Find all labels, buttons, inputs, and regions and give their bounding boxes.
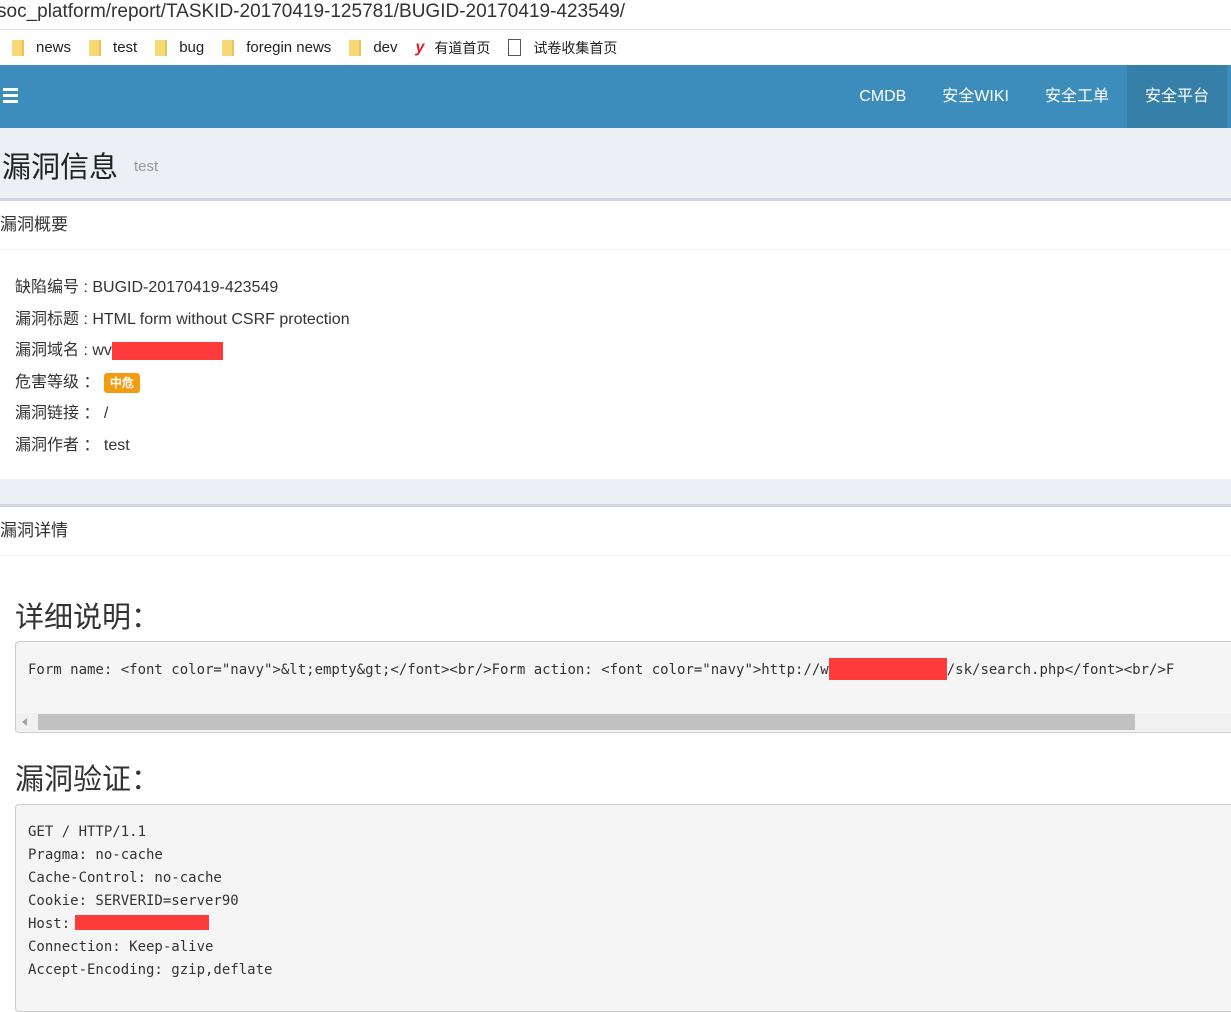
summary-box-title: 漏洞概要 xyxy=(0,201,1231,250)
bookmark-test[interactable]: test xyxy=(89,30,137,65)
nav-item-wiki[interactable]: 安全WIKI xyxy=(924,65,1027,128)
menu-icon[interactable] xyxy=(3,88,18,106)
author-value: test xyxy=(103,436,130,454)
page-icon xyxy=(508,39,522,56)
page-subtitle: test xyxy=(134,158,159,175)
description-code-line: Form name: <font color="navy">&lt;empty&… xyxy=(28,658,1174,680)
description-heading: 详细说明： xyxy=(15,600,161,634)
horizontal-scrollbar[interactable] xyxy=(15,713,1231,731)
folder-icon xyxy=(89,39,102,56)
vuln-title-label: 漏洞标题 : xyxy=(15,310,93,328)
scroll-left-icon[interactable] xyxy=(22,718,27,726)
summary-box: 漏洞概要 缺陷编号 : BUGID-20170419-423549 漏洞标题 :… xyxy=(0,198,1231,479)
bookmark-exam[interactable]: 试卷收集首页 xyxy=(508,30,617,65)
domain-row: 漏洞域名 : wv xyxy=(15,335,1231,367)
link-row: 漏洞链接 ： / xyxy=(15,398,1231,430)
bookmark-label: bug xyxy=(179,39,205,56)
severity-row: 危害等级 ： 中危 xyxy=(15,367,1231,399)
scrollbar-thumb[interactable] xyxy=(38,714,1135,730)
request-line: Accept-Encoding: gzip,deflate xyxy=(28,962,273,978)
folder-icon xyxy=(222,39,235,56)
domain-label: 漏洞域名 : xyxy=(15,342,93,360)
verification-heading: 漏洞验证： xyxy=(15,762,161,796)
nav-menu: CMDB 安全WIKI 安全工单 安全平台 xyxy=(841,65,1227,128)
vuln-title-row: 漏洞标题 : HTML form without CSRF protection xyxy=(15,304,1231,336)
bookmark-bug[interactable]: bug xyxy=(155,30,204,65)
bug-id-label: 缺陷编号 : xyxy=(15,279,93,296)
bookmark-label: test xyxy=(113,39,138,56)
redaction-block xyxy=(74,915,209,930)
request-line: Cookie: SERVERID=server90 xyxy=(28,893,239,909)
page-title: 漏洞信息 xyxy=(2,150,119,184)
redaction-block xyxy=(828,658,947,680)
bookmark-label: news xyxy=(36,39,72,56)
request-line: Pragma: no-cache xyxy=(28,847,163,863)
folder-icon xyxy=(349,39,362,56)
author-row: 漏洞作者 ： test xyxy=(15,430,1231,462)
bookmark-news[interactable]: news xyxy=(12,30,71,65)
request-code-block: GET / HTTP/1.1 Pragma: no-cache Cache-Cont… xyxy=(15,804,1231,1012)
request-line: GET / HTTP/1.1 xyxy=(28,824,147,840)
details-box-title: 漏洞详情 xyxy=(0,507,1231,556)
nav-item-platform[interactable]: 安全平台 xyxy=(1126,65,1227,128)
bug-id-row: 缺陷编号 : BUGID-20170419-423549 xyxy=(15,272,1231,304)
youdao-icon: y xyxy=(415,38,425,56)
bookmark-foregin-news[interactable]: foregin news xyxy=(222,30,331,65)
summary-list: 缺陷编号 : BUGID-20170419-423549 漏洞标题 : HTML… xyxy=(0,250,1231,462)
content-header: 漏洞信息 test xyxy=(0,128,1231,199)
address-bar-url[interactable]: soc_platform/report/TASKID-20170419-1257… xyxy=(0,1,625,22)
request-line-host: Host: xyxy=(28,913,1231,936)
nav-item-tickets[interactable]: 安全工单 xyxy=(1027,65,1127,128)
bug-id-value: BUGID-20170419-423549 xyxy=(92,279,279,296)
folder-icon xyxy=(12,39,24,56)
bookmark-label: 有道首页 xyxy=(434,39,491,56)
domain-value: wv xyxy=(92,342,112,360)
severity-label: 危害等级 ： xyxy=(15,373,104,391)
vuln-title-value: HTML form without CSRF protection xyxy=(92,310,350,328)
severity-badge: 中危 xyxy=(103,372,140,393)
bookmark-youdao[interactable]: y 有道首页 xyxy=(416,30,491,65)
request-line: Connection: Keep-alive xyxy=(28,939,214,955)
redaction-block xyxy=(111,341,223,360)
author-label: 漏洞作者 ： xyxy=(15,436,104,454)
request-line: Cache-Control: no-cache xyxy=(28,870,222,886)
top-navbar: CMDB 安全WIKI 安全工单 安全平台 xyxy=(0,65,1231,128)
folder-icon xyxy=(155,39,168,56)
link-value[interactable]: / xyxy=(104,405,108,422)
address-bar[interactable]: soc_platform/report/TASKID-20170419-1257… xyxy=(0,0,1231,30)
code-text-suffix: /sk/search.php</font><br/>F xyxy=(946,662,1175,678)
bookmark-label: dev xyxy=(373,39,398,56)
nav-item-cmdb[interactable]: CMDB xyxy=(841,65,924,128)
host-label: Host: xyxy=(28,916,79,932)
link-label: 漏洞链接 ： xyxy=(15,405,104,423)
bookmark-label: 试卷收集首页 xyxy=(533,39,618,56)
bookmark-dev[interactable]: dev xyxy=(349,30,398,65)
section-separator xyxy=(0,479,1231,504)
bookmarks-bar: news test bug foregin news dev y 有道首页 试卷… xyxy=(0,30,1231,65)
code-text-prefix: Form name: <font color="navy">&lt;empty&… xyxy=(28,662,829,678)
bookmark-label: foregin news xyxy=(246,39,332,56)
